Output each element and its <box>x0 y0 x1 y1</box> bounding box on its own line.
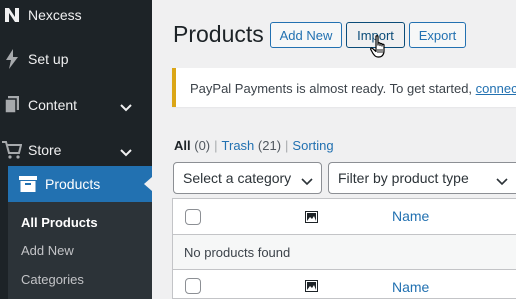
empty-message: No products found <box>184 245 291 260</box>
products-table: Name No products found Name <box>172 198 516 299</box>
view-sorting[interactable]: Sorting <box>292 138 333 153</box>
column-name-footer[interactable]: Name <box>392 279 429 295</box>
view-filters: All (0) | Trash (21) | Sorting <box>174 138 334 153</box>
product-type-select[interactable]: Filter by product type <box>328 162 516 194</box>
sidebar-item-nexcess[interactable]: Nexcess <box>0 0 152 33</box>
submenu-item-add-new[interactable]: Add New <box>21 243 74 258</box>
table-header-row: Name <box>173 199 516 235</box>
column-name-header[interactable]: Name <box>392 208 429 224</box>
sidebar-item-store[interactable]: Store <box>0 132 152 168</box>
connect-link[interactable]: connect <box>476 81 516 96</box>
products-submenu: All Products Add New Categories <box>8 202 152 299</box>
lightning-icon <box>2 49 22 69</box>
notice-message: PayPal Payments is almost ready. To get … <box>190 81 476 96</box>
page-title: Products <box>173 21 264 47</box>
export-button[interactable]: Export <box>409 22 466 48</box>
archive-icon <box>18 174 38 194</box>
table-row: No products found <box>173 235 516 270</box>
chevron-down-icon[interactable] <box>120 99 132 115</box>
view-all-count: (0) <box>194 138 211 153</box>
submenu-item-all-products[interactable]: All Products <box>21 215 98 230</box>
chevron-down-icon[interactable] <box>120 144 132 160</box>
add-new-button[interactable]: Add New <box>270 22 342 48</box>
select-all-checkbox[interactable] <box>185 209 201 225</box>
select-all-checkbox[interactable] <box>185 278 201 294</box>
image-icon <box>305 279 318 297</box>
nexcess-logo-icon <box>2 5 22 25</box>
view-separator: | <box>214 138 218 153</box>
admin-sidebar: Nexcess Set up Content Store Products Al… <box>0 0 152 299</box>
image-icon <box>305 210 318 228</box>
category-select[interactable]: Select a category <box>173 162 322 194</box>
sidebar-item-label: Products <box>45 176 101 192</box>
pages-icon <box>2 95 22 115</box>
sidebar-item-products[interactable]: Products <box>8 166 152 202</box>
product-type-select-value: Filter by product type <box>338 170 469 186</box>
sidebar-item-label: Set up <box>28 51 69 67</box>
submenu-item-categories[interactable]: Categories <box>21 272 84 287</box>
table-footer-row: Name <box>173 270 516 299</box>
sidebar-item-label: Store <box>28 142 62 158</box>
hand-cursor-icon <box>370 35 390 64</box>
cart-icon <box>2 140 22 160</box>
view-trash-count: (21) <box>257 138 282 153</box>
chevron-down-icon <box>301 173 313 189</box>
view-separator: | <box>285 138 289 153</box>
chevron-down-icon <box>496 173 508 189</box>
sidebar-item-content[interactable]: Content <box>0 87 152 123</box>
view-all[interactable]: All <box>174 138 191 153</box>
view-trash[interactable]: Trash <box>222 138 255 153</box>
paypal-notice: PayPal Payments is almost ready. To get … <box>172 68 516 107</box>
sidebar-item-label: Nexcess <box>28 7 82 23</box>
notice-text: PayPal Payments is almost ready. To get … <box>190 81 516 96</box>
sidebar-item-label: Content <box>28 97 78 113</box>
sidebar-item-setup[interactable]: Set up <box>0 41 152 77</box>
category-select-value: Select a category <box>183 170 292 186</box>
